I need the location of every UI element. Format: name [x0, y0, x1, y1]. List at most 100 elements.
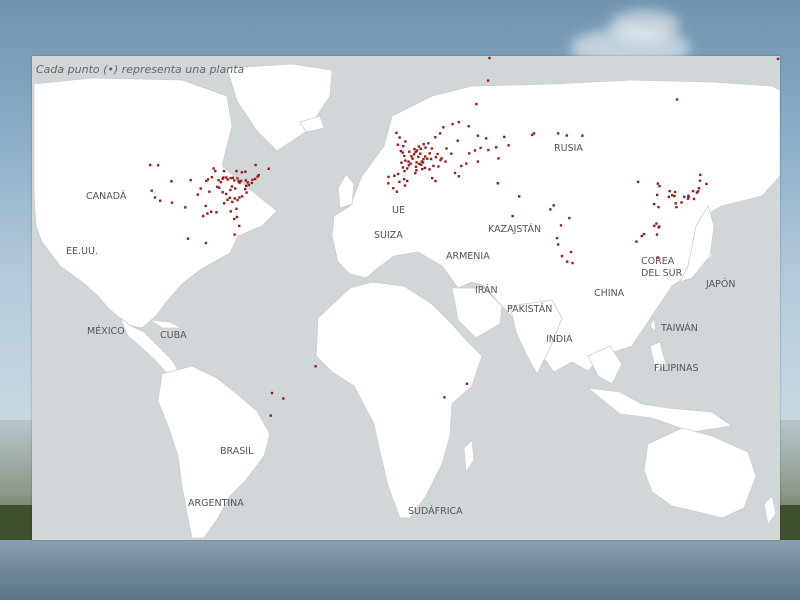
plant-dot — [419, 147, 422, 150]
plant-dot — [655, 222, 658, 225]
plant-dot — [422, 143, 425, 146]
plant-dot — [675, 98, 679, 101]
plant-dot — [410, 155, 413, 158]
plant-dot — [429, 157, 433, 161]
plant-dot — [235, 169, 238, 173]
plant-dot — [568, 216, 571, 220]
plant-dot — [400, 161, 403, 164]
plant-dot — [236, 177, 239, 180]
label-armenia: ARMENIA — [446, 251, 490, 262]
label-suiza: SUIZA — [374, 230, 403, 241]
plant-dot — [776, 57, 780, 61]
plant-dot — [210, 176, 214, 179]
plant-dot — [235, 207, 238, 210]
plant-dot — [224, 192, 228, 196]
plant-dot — [569, 250, 573, 254]
plant-dot — [257, 174, 260, 177]
plant-dot — [642, 232, 646, 236]
plant-dot — [487, 148, 490, 152]
label-sudafrica: SUDÁFRICA — [408, 505, 463, 517]
plant-dot — [667, 195, 670, 199]
plant-dot — [231, 176, 235, 179]
plant-dot — [696, 190, 700, 193]
plant-dot — [421, 167, 424, 171]
plant-dot — [473, 149, 477, 152]
plant-dot — [150, 189, 153, 192]
plant-dot — [691, 189, 695, 193]
plant-dot — [556, 132, 560, 135]
label-cuba: CUBA — [160, 330, 187, 341]
plant-dot — [698, 179, 702, 182]
plant-dot — [159, 199, 162, 202]
label-china: CHINA — [594, 288, 625, 299]
plant-dot — [457, 120, 460, 124]
plant-dot — [230, 185, 234, 188]
plant-dot — [403, 169, 406, 173]
plant-dot — [428, 168, 431, 171]
plant-dot — [395, 131, 398, 134]
label-brasil: BRASIL — [220, 446, 254, 457]
plant-dot — [485, 137, 488, 140]
plant-dot — [445, 147, 448, 150]
plant-dot — [443, 396, 446, 399]
plant-dot — [406, 179, 409, 183]
plant-dot — [560, 254, 564, 258]
plant-dot — [640, 234, 643, 238]
plant-dot — [692, 197, 696, 201]
plant-dot — [269, 414, 272, 417]
plant-dot — [422, 158, 425, 161]
plant-dot — [479, 146, 482, 150]
plant-dot — [432, 164, 435, 168]
plant-dot — [396, 143, 400, 146]
plant-dot — [414, 172, 417, 175]
plant-dot — [215, 211, 218, 214]
label-pakistan: PAKISTÁN — [507, 303, 552, 315]
plant-dot — [486, 79, 490, 82]
plant-dot — [440, 157, 443, 160]
label-canada: CANADÁ — [86, 190, 127, 202]
plant-dot — [216, 185, 219, 188]
plant-dot — [236, 198, 239, 202]
plant-dot — [209, 210, 213, 213]
plant-dot — [655, 233, 659, 236]
plant-dot — [532, 132, 536, 135]
plant-dot — [705, 182, 708, 186]
plant-dot — [407, 164, 411, 167]
plant-dot — [204, 241, 208, 245]
plant-dot — [457, 175, 460, 178]
plant-dot — [245, 191, 248, 194]
plant-dot — [453, 171, 457, 175]
plant-dot — [653, 224, 656, 228]
plant-dot — [549, 208, 552, 211]
plant-dot — [671, 194, 674, 197]
plant-dot — [430, 147, 433, 150]
plant-dot — [656, 182, 659, 185]
plant-dot — [240, 195, 244, 198]
plant-dot — [238, 224, 241, 228]
plant-dot — [488, 56, 491, 60]
plant-dot — [233, 217, 236, 221]
plant-dot — [229, 210, 232, 213]
plant-dot — [635, 240, 638, 243]
plant-dot — [398, 180, 401, 184]
plant-dot — [674, 202, 677, 205]
plant-dot — [476, 134, 480, 137]
plant-dot — [444, 160, 447, 163]
plant-dot — [414, 165, 418, 168]
plant-dot — [434, 136, 437, 139]
plant-dot — [434, 179, 437, 183]
label-iran: IRÁN — [475, 284, 498, 296]
plant-dot — [686, 197, 690, 200]
plant-dot — [212, 167, 215, 170]
label-argentina: ARGENTINA — [188, 498, 244, 509]
plant-dot — [222, 169, 226, 173]
plant-dot — [423, 166, 427, 170]
plant-dot — [247, 183, 251, 187]
plant-dot — [153, 196, 157, 199]
plant-dot — [668, 189, 671, 193]
plant-dot — [652, 203, 656, 206]
plant-dot — [235, 215, 239, 219]
plant-dot — [426, 157, 429, 160]
plant-dot — [451, 122, 454, 126]
plant-dot — [245, 184, 248, 188]
